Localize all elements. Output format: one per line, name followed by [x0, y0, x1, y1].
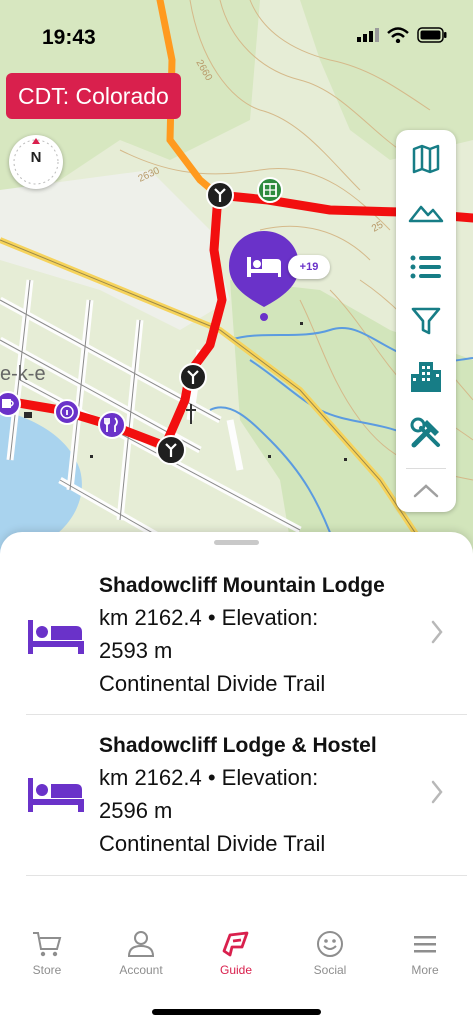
tab-guide[interactable]: Guide: [196, 929, 276, 977]
result-divider: [26, 714, 467, 715]
home-indicator[interactable]: [152, 1009, 321, 1015]
junction-marker-1[interactable]: [205, 180, 235, 210]
junction-marker-2[interactable]: [178, 362, 208, 392]
bed-icon: [28, 778, 84, 812]
result-title: Shadowcliff Lodge & Hostel: [99, 734, 377, 757]
waypoint-list-button[interactable]: [396, 242, 456, 292]
result-detail: km 2162.4 • Elevation:: [99, 605, 319, 630]
chevron-right-icon: [431, 780, 443, 804]
list-icon: [410, 255, 441, 279]
tab-account[interactable]: Account: [101, 929, 181, 977]
city-icon: [411, 362, 441, 392]
status-time: 19:43: [42, 26, 96, 49]
status-bar: 19:43: [0, 0, 473, 70]
result-divider: [26, 875, 467, 876]
filter-button[interactable]: [396, 296, 456, 346]
result-detail: km 2162.4 • Elevation:: [99, 765, 319, 790]
smiley-icon: [317, 931, 343, 957]
result-title: Shadowcliff Mountain Lodge: [99, 574, 385, 597]
guide-icon: [222, 931, 249, 957]
wifi-icon: [387, 27, 409, 43]
signal-icon: [357, 28, 379, 42]
map-icon: [412, 144, 440, 174]
mountain-icon: [408, 205, 444, 223]
map-layers-button[interactable]: [396, 134, 456, 184]
tab-more[interactable]: More: [385, 929, 465, 977]
chevron-right-icon: [431, 620, 443, 644]
tab-label: Guide: [219, 963, 253, 977]
tools-icon: [410, 417, 440, 448]
town-label: e-k-e: [0, 363, 46, 385]
compass-north-label: N: [30, 149, 42, 166]
lodging-pin[interactable]: [227, 229, 301, 323]
tab-bar: Store Account Guide Social More: [0, 915, 473, 1024]
result-item-1[interactable]: Shadowcliff Mountain Lodge km 2162.4 • E…: [0, 554, 473, 716]
bed-icon: [28, 620, 84, 654]
tools-button[interactable]: [396, 408, 456, 458]
cart-icon: [33, 932, 62, 957]
towns-button[interactable]: [396, 352, 456, 402]
info-marker[interactable]: [53, 398, 81, 426]
result-elevation: 2593 m: [99, 638, 173, 663]
result-trail: Continental Divide Trail: [99, 831, 326, 856]
tab-store[interactable]: Store: [7, 929, 87, 977]
sheet-drag-handle[interactable]: [214, 540, 259, 545]
result-trail: Continental Divide Trail: [99, 671, 326, 696]
trail-map[interactable]: 2660 2630 25 e-k-e +19 19:43 CDT: Colora…: [0, 0, 473, 600]
tab-label: Store: [32, 963, 62, 977]
result-elevation: 2596 m: [99, 798, 173, 823]
tab-label: Social: [313, 963, 347, 977]
trail-selector-chip[interactable]: CDT: Colorado: [6, 73, 181, 119]
collapse-panel-button[interactable]: [396, 466, 456, 516]
elevation-profile-button[interactable]: [396, 188, 456, 238]
tab-label: More: [411, 963, 439, 977]
compass-button[interactable]: N: [9, 135, 63, 189]
result-item-2[interactable]: Shadowcliff Lodge & Hostel km 2162.4 • E…: [0, 716, 473, 878]
tab-social[interactable]: Social: [290, 929, 370, 977]
resupply-marker[interactable]: [256, 176, 284, 204]
tab-label: Account: [119, 963, 163, 977]
battery-icon: [417, 27, 447, 43]
cafe-marker[interactable]: [0, 390, 22, 418]
person-icon: [127, 931, 155, 957]
lodging-cluster-badge[interactable]: +19: [288, 255, 330, 279]
junction-marker-3[interactable]: [155, 434, 187, 466]
restaurant-marker[interactable]: [97, 410, 127, 440]
menu-icon: [414, 936, 436, 953]
chevron-up-icon: [413, 484, 439, 498]
map-tool-panel: [396, 130, 456, 512]
cemetery-icon: [186, 404, 196, 424]
filter-icon: [411, 307, 441, 335]
